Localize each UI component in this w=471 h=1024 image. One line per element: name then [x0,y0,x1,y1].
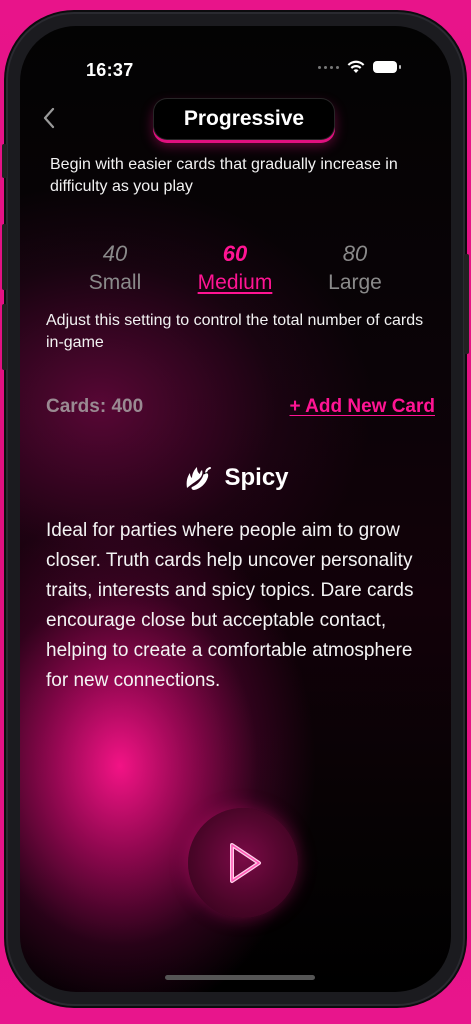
play-button[interactable] [188,808,298,918]
category-heading: Spicy [20,462,451,494]
signal-icon [318,65,339,69]
size-description: Adjust this setting to control the total… [46,312,424,351]
size-option-count: 80 [342,241,368,266]
side-button-action [2,144,7,178]
cards-count: Cards: 400 [46,396,144,417]
size-option-label: Small [88,271,142,294]
status-icons [318,60,401,74]
wifi-icon [347,60,365,73]
size-option-medium[interactable]: 60 Medium [180,241,290,295]
mode-description: Begin with easier cards that gradually i… [50,156,398,195]
category-name: Spicy [224,464,289,491]
category-description: Ideal for parties where people aim to gr… [46,520,414,691]
side-button-volume-down [2,304,7,370]
deck-size-selector: 40 Small 60 Medium 80 Large [60,241,410,295]
page-title: Progressive [183,107,305,130]
home-indicator[interactable] [165,975,315,980]
side-button-power [464,254,469,354]
app-screen: 16:37 Progressive Begin with easier card… [20,26,451,992]
size-option-count: 60 [222,241,248,266]
size-option-label: Medium [197,271,273,294]
side-button-volume-up [2,224,7,290]
mode-title-pill[interactable]: Progressive [153,98,335,140]
size-option-count: 40 [102,241,128,266]
chili-pepper-flame-icon [187,467,212,490]
add-new-card-link[interactable]: + Add New Card [289,396,435,418]
status-time: 16:37 [86,60,134,80]
battery-icon [373,61,401,73]
size-option-large[interactable]: 80 Large [300,241,410,295]
size-option-label: Large [328,271,382,294]
size-option-small[interactable]: 40 Small [60,241,170,295]
back-button[interactable] [42,106,66,134]
play-icon [230,843,261,883]
chevron-left-icon [43,107,55,129]
phone-frame: 16:37 Progressive Begin with easier card… [2,14,469,1004]
